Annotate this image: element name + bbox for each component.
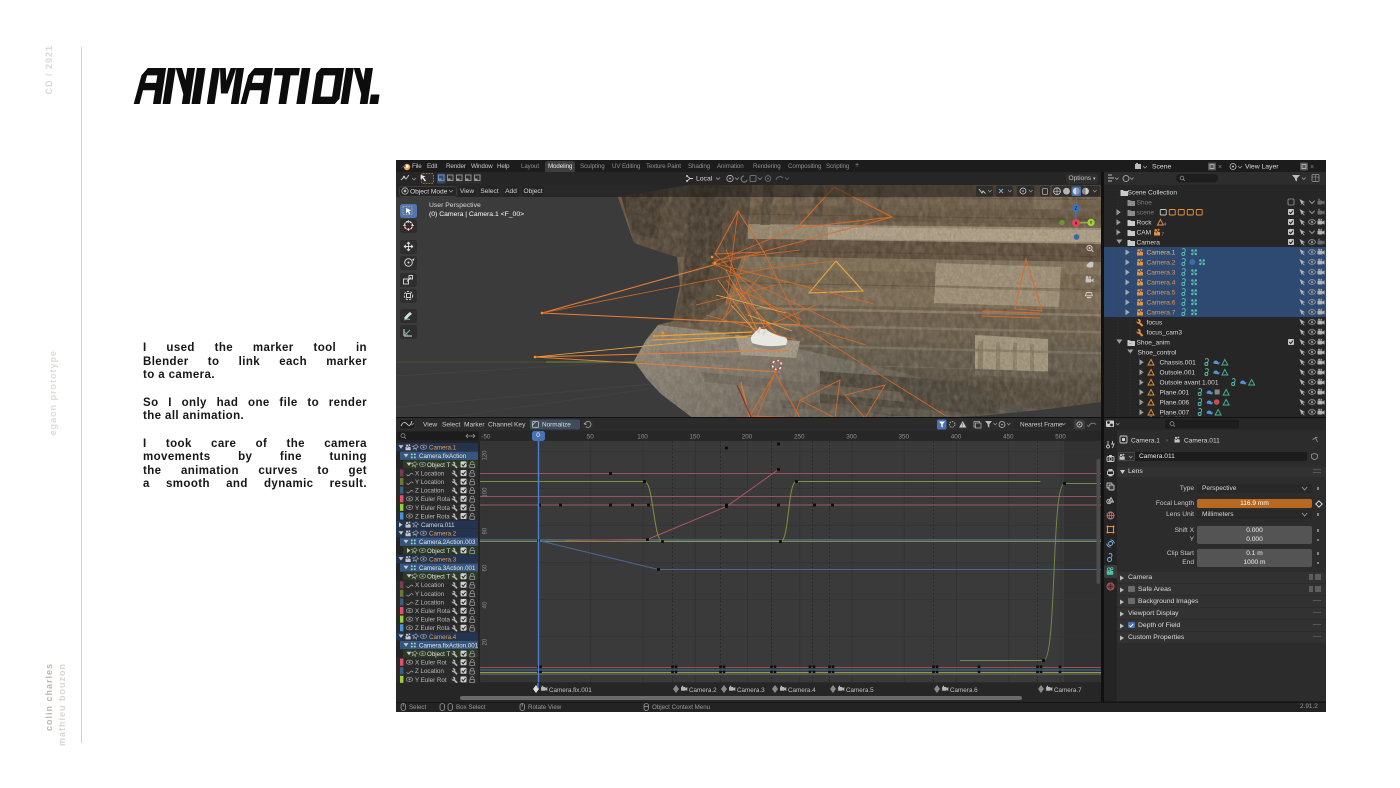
svg-text:Shoe: Shoe bbox=[1136, 200, 1152, 207]
svg-text:Camera.3: Camera.3 bbox=[737, 686, 765, 693]
svg-text:Z Location: Z Location bbox=[415, 599, 444, 606]
svg-text:Camera.1: Camera.1 bbox=[1146, 250, 1175, 257]
svg-text:Object Mode: Object Mode bbox=[410, 188, 448, 195]
svg-text:Scene: Scene bbox=[1152, 164, 1171, 171]
svg-text:×: × bbox=[1310, 164, 1314, 171]
svg-text:Key: Key bbox=[514, 422, 526, 429]
svg-text:X: X bbox=[1075, 221, 1078, 226]
svg-text:Plane.006: Plane.006 bbox=[1159, 400, 1189, 407]
svg-text:X Euler Rot: X Euler Rot bbox=[415, 660, 447, 667]
svg-text:250: 250 bbox=[794, 433, 805, 440]
svg-text:Y Location: Y Location bbox=[415, 591, 445, 598]
svg-text:Y Euler Rota: Y Euler Rota bbox=[415, 505, 451, 512]
svg-text:Z Euler Rota: Z Euler Rota bbox=[415, 625, 450, 632]
svg-text:Select: Select bbox=[442, 422, 460, 429]
svg-text:Object T: Object T bbox=[427, 651, 450, 658]
svg-text:400: 400 bbox=[951, 433, 962, 440]
svg-text:200: 200 bbox=[742, 433, 753, 440]
svg-text:50: 50 bbox=[587, 433, 595, 440]
svg-text:500: 500 bbox=[1055, 433, 1066, 440]
svg-text:120: 120 bbox=[482, 450, 488, 461]
svg-text:Camera.3: Camera.3 bbox=[1146, 270, 1175, 277]
svg-text:Camera.6: Camera.6 bbox=[950, 686, 978, 693]
svg-text:Z: Z bbox=[1075, 206, 1078, 211]
svg-text:Camera.2: Camera.2 bbox=[1146, 260, 1175, 267]
svg-text:Object T: Object T bbox=[427, 462, 450, 469]
svg-text:Camera.4: Camera.4 bbox=[1146, 280, 1175, 287]
svg-text:Camera.fixAction: Camera.fixAction bbox=[419, 453, 467, 460]
svg-text:Camera.6: Camera.6 bbox=[1146, 300, 1175, 307]
svg-text:Camera.7: Camera.7 bbox=[1054, 686, 1082, 693]
svg-text:Object Context Menu: Object Context Menu bbox=[652, 704, 711, 711]
svg-text:Z Location: Z Location bbox=[415, 488, 444, 495]
svg-text:Camera: Camera bbox=[1136, 240, 1160, 247]
svg-text:Object T: Object T bbox=[427, 574, 450, 581]
svg-text:100: 100 bbox=[482, 487, 488, 498]
svg-text:Marker: Marker bbox=[464, 422, 485, 429]
svg-text:Camera.2: Camera.2 bbox=[689, 686, 717, 693]
svg-text:›: › bbox=[1166, 438, 1168, 444]
svg-text:Plane.001: Plane.001 bbox=[1159, 390, 1189, 397]
svg-text:X Euler Rota: X Euler Rota bbox=[415, 496, 451, 503]
svg-text:View: View bbox=[423, 422, 437, 429]
svg-text:Camera.5: Camera.5 bbox=[1146, 290, 1175, 297]
svg-text:Z Euler Rota: Z Euler Rota bbox=[415, 513, 450, 520]
svg-text:Camera.011: Camera.011 bbox=[421, 522, 455, 529]
svg-text:!: ! bbox=[962, 423, 963, 429]
svg-text:Camera.7: Camera.7 bbox=[1146, 310, 1175, 317]
svg-text:Shoe_anim: Shoe_anim bbox=[1136, 340, 1170, 347]
svg-text:X Location: X Location bbox=[415, 470, 445, 477]
svg-text:Camera.4: Camera.4 bbox=[788, 686, 816, 693]
svg-text:Camera.2: Camera.2 bbox=[429, 531, 457, 538]
svg-text:Outsole.001: Outsole.001 bbox=[1159, 370, 1195, 377]
svg-text:Camera.3: Camera.3 bbox=[429, 556, 457, 563]
svg-text:Y Euler Rota: Y Euler Rota bbox=[415, 617, 451, 624]
svg-text:80: 80 bbox=[482, 527, 488, 534]
svg-text:Y Location: Y Location bbox=[415, 479, 445, 486]
svg-text:100: 100 bbox=[637, 433, 648, 440]
svg-text:Shoe_control: Shoe_control bbox=[1137, 350, 1176, 357]
svg-text:scene: scene bbox=[1136, 210, 1154, 217]
svg-text:Camera.2Action.003: Camera.2Action.003 bbox=[419, 539, 476, 546]
svg-text:450: 450 bbox=[1003, 433, 1014, 440]
svg-text:focus_cam3: focus_cam3 bbox=[1146, 330, 1182, 337]
svg-text:Rotate View: Rotate View bbox=[528, 704, 562, 711]
svg-text:Camera.1: Camera.1 bbox=[1131, 438, 1160, 445]
svg-text:Camera.3Action.001: Camera.3Action.001 bbox=[419, 565, 476, 572]
svg-text:Scene Collection: Scene Collection bbox=[1127, 190, 1177, 197]
svg-text:Select: Select bbox=[409, 704, 426, 711]
svg-text:Nearest Frame: Nearest Frame bbox=[1020, 422, 1063, 429]
svg-text:Camera.4: Camera.4 bbox=[429, 634, 457, 641]
svg-text:Rock: Rock bbox=[1136, 220, 1152, 227]
svg-text:View Layer: View Layer bbox=[1245, 164, 1279, 171]
svg-text:Y: Y bbox=[1090, 220, 1093, 225]
svg-text:Outsole avant 1.001: Outsole avant 1.001 bbox=[1159, 380, 1218, 387]
svg-text:Object T: Object T bbox=[427, 548, 450, 555]
svg-text:20: 20 bbox=[482, 638, 488, 645]
svg-text:-50: -50 bbox=[481, 433, 491, 440]
svg-text:150: 150 bbox=[690, 433, 701, 440]
svg-text:40: 40 bbox=[482, 601, 488, 608]
svg-text:×: × bbox=[1218, 164, 1222, 171]
svg-text:Camera.1: Camera.1 bbox=[429, 445, 457, 452]
svg-text:300: 300 bbox=[846, 433, 857, 440]
svg-text:Chassis.001: Chassis.001 bbox=[1159, 360, 1196, 367]
svg-text:Channel: Channel bbox=[488, 422, 513, 429]
svg-text:Camera.011: Camera.011 bbox=[1184, 438, 1220, 445]
svg-text:Camera.5: Camera.5 bbox=[846, 686, 874, 693]
svg-text:Camera.fixAction.001: Camera.fixAction.001 bbox=[419, 642, 479, 649]
svg-text:Z Location: Z Location bbox=[415, 668, 444, 675]
svg-text:Normalize: Normalize bbox=[542, 422, 571, 429]
svg-text:focus: focus bbox=[1146, 320, 1162, 327]
svg-text:350: 350 bbox=[899, 433, 910, 440]
svg-text:Local: Local bbox=[696, 176, 713, 183]
svg-text:60: 60 bbox=[482, 564, 488, 571]
svg-text:Camera.fix.001: Camera.fix.001 bbox=[549, 686, 592, 693]
svg-text:CAM: CAM bbox=[1136, 230, 1151, 237]
svg-text:Box Select: Box Select bbox=[456, 704, 486, 711]
svg-text:X Location: X Location bbox=[415, 582, 445, 589]
svg-text:X Euler Rota: X Euler Rota bbox=[415, 608, 451, 615]
